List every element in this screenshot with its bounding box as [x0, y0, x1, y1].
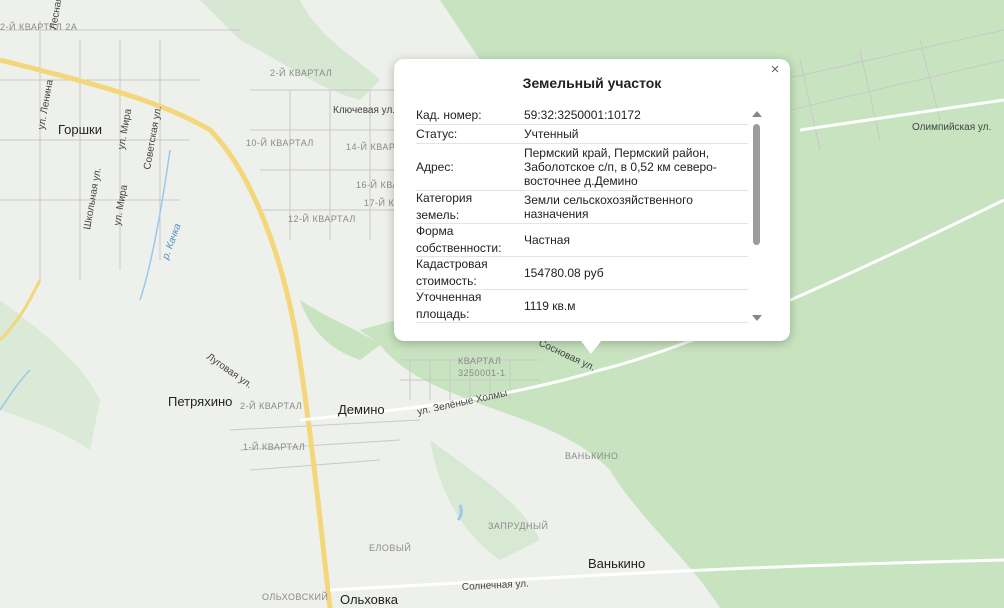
street-label: Олимпийская ул.: [912, 122, 991, 133]
popup-title: Земельный участок: [522, 75, 662, 91]
quarter-label: ЕЛОВЫЙ: [369, 542, 411, 553]
street-label: Ключевая ул.: [333, 105, 395, 116]
row-value: Земли сельскохозяйственного назначения: [524, 193, 693, 221]
quarter-label: КВАРТАЛ: [458, 356, 501, 366]
scroll-thumb[interactable]: [753, 124, 760, 245]
table-row: Кад. номер: 59:32:3250001:10172: [416, 106, 748, 125]
popup-scrollbar[interactable]: [751, 111, 763, 321]
row-value: Учтенный: [524, 127, 579, 141]
scroll-up-icon[interactable]: [752, 111, 762, 117]
row-value: 154780.08 руб: [524, 266, 604, 280]
row-key: Категория земель:: [416, 191, 473, 222]
row-value: 59:32:3250001:10172: [524, 108, 641, 122]
quarter-label: ЗАПРУДНЫЙ: [488, 520, 548, 531]
place-label: Демино: [338, 402, 385, 417]
row-key: Кадастровая стоимость:: [416, 257, 488, 288]
table-row: Уточненная площадь: 1119 кв.м: [416, 290, 748, 323]
row-value: Частная: [524, 233, 570, 247]
table-row: Категория земель: Земли сельскохозяйствен…: [416, 191, 748, 224]
table-row: Статус: Учтенный: [416, 125, 748, 144]
quarter-label: 2-Й КВАРТАЛ 2А: [0, 21, 77, 32]
plot-info-table: Кад. номер: 59:32:3250001:10172 Статус: …: [416, 106, 748, 323]
quarter-label: 2-Й КВАРТАЛ: [270, 67, 332, 78]
quarter-label: 3250001-1: [458, 368, 506, 378]
row-value: 1119 кв.м: [524, 299, 576, 313]
row-key: Уточненная площадь:: [416, 290, 482, 321]
row-key: Адрес:: [416, 159, 454, 174]
table-row: Кадастровая стоимость: 154780.08 руб: [416, 257, 748, 290]
row-value: Пермский край, Пермский район, Заболотск…: [524, 146, 717, 188]
place-label: Горшки: [58, 122, 102, 137]
table-row: Адрес: Пермский край, Пермский район, За…: [416, 144, 748, 191]
row-key: Кад. номер:: [416, 107, 482, 122]
quarter-label: 2-Й КВАРТАЛ: [240, 400, 302, 411]
row-key: Форма собственности:: [416, 224, 502, 255]
quarter-label: 1-Й КВАРТАЛ: [243, 441, 305, 452]
land-plot-popup: × Земельный участок Кад. номер: 59:32:32…: [394, 59, 790, 354]
place-label: Ольховка: [340, 592, 399, 607]
place-label: Ванькино: [588, 556, 645, 571]
quarter-label: 12-Й КВАРТАЛ: [288, 213, 356, 224]
quarter-label: ВАНЬКИНО: [565, 451, 618, 461]
place-label: Петряхино: [168, 394, 232, 409]
row-key: Статус:: [416, 126, 458, 141]
quarter-label: 10-Й КВАРТАЛ: [246, 137, 314, 148]
quarter-label: ОЛЬХОВСКИЙ: [262, 591, 328, 602]
table-row: Форма собственности: Частная: [416, 224, 748, 257]
scroll-down-icon[interactable]: [752, 315, 762, 321]
